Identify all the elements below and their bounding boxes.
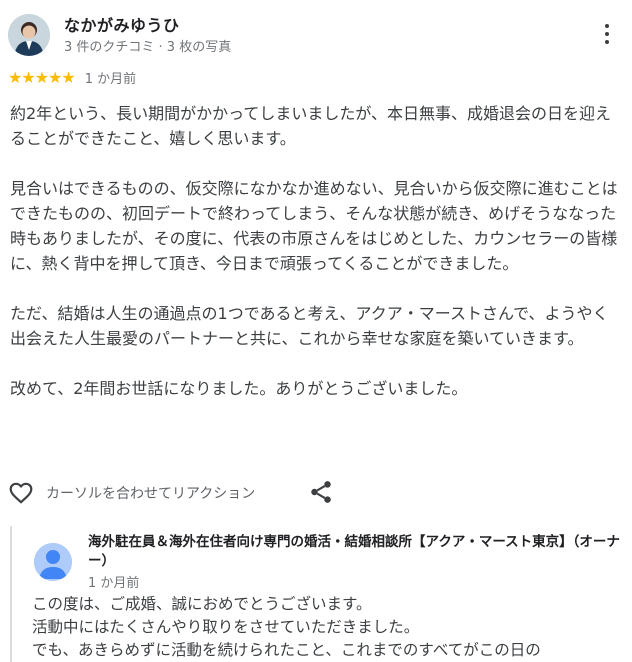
owner-response: 海外駐在員＆海外在住者向け専門の婚活・結婚相談所【アクア・マースト東京】（オーナ… <box>10 526 632 662</box>
heart-icon <box>9 482 33 504</box>
owner-avatar <box>34 543 72 581</box>
review-paragraph: 見合いはできるものの、仮交際になかなか進めない、見合いから仮交際に進むことはでき… <box>10 179 618 273</box>
owner-response-line: この度は、ご成婚、誠におめでとうございます。 <box>32 595 372 613</box>
owner-response-text: この度は、ご成婚、誠におめでとうございます。 活動中にはたくさんやり取りをさせて… <box>32 593 632 662</box>
review-paragraph: 約2年という、長い期間がかかってしまいましたが、本日無事、成婚退会の日を迎えるこ… <box>10 104 612 148</box>
review-header: なかがみゆうひ 3 件のクチコミ · 3 枚の写真 <box>0 0 632 64</box>
owner-name: 海外駐在員＆海外在住者向け専門の婚活・結婚相談所【アクア・マースト東京】（オーナ… <box>88 534 620 569</box>
review-text: 約2年という、長い期間がかかってしまいましたが、本日無事、成婚退会の日を迎えるこ… <box>10 101 624 426</box>
reviewer-avatar[interactable] <box>8 14 50 56</box>
review-date: 1 か月前 <box>84 71 137 87</box>
review-paragraph: 改めて、2年間お世話になりました。ありがとうございました。 <box>10 379 468 398</box>
reviewer-name[interactable]: なかがみゆうひ <box>64 12 180 36</box>
reaction-label: カーソルを合わせてリアクション <box>46 486 256 502</box>
rating-row: ★★★★★ 1 か月前 <box>8 66 136 88</box>
reaction-button[interactable]: カーソルを合わせてリアクション <box>8 478 255 508</box>
owner-response-line: 活動中にはたくさんやり取りをさせていただきました。 <box>32 618 420 636</box>
owner-response-line: でも、あきらめずに活動を続けられたこと、これまでのすべてがこの日の <box>32 641 541 659</box>
default-person-icon <box>34 543 72 581</box>
reviewer-meta: 3 件のクチコミ · 3 枚の写真 <box>64 40 232 55</box>
person-photo-icon <box>8 14 50 56</box>
share-icon[interactable] <box>308 479 334 505</box>
star-rating: ★★★★★ <box>8 67 76 87</box>
more-options-icon[interactable] <box>598 22 616 48</box>
owner-response-date: 1 か月前 <box>88 576 140 591</box>
review-paragraph: ただ、結婚は人生の通過点の1つであると考え、アクア・マーストさんで、ようやく出会… <box>10 304 609 348</box>
